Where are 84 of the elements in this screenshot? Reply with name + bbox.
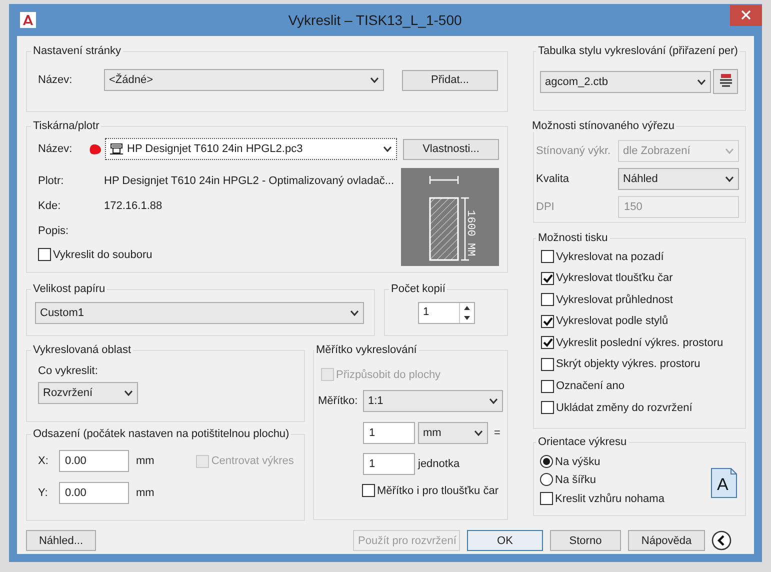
collapse-icon[interactable] (711, 530, 732, 551)
dropdown[interactable]: Custom1 (35, 302, 364, 324)
text-field[interactable]: 0.00 (59, 450, 129, 472)
field-label: Y: (38, 487, 49, 499)
close-button[interactable] (730, 5, 762, 26)
dialog-button[interactable]: Náhled... (26, 530, 96, 551)
group-title: Možnosti stínovaného výřezu (531, 120, 676, 132)
caret-icon (697, 78, 706, 84)
close-icon (741, 10, 751, 20)
dropdown[interactable]: mm (418, 422, 488, 444)
checkbox[interactable]: Vykreslovat průhlednost (541, 293, 739, 306)
add-button[interactable]: Přidat... (402, 70, 498, 90)
radio-button[interactable]: Na výšku (540, 455, 711, 468)
checkbox[interactable]: Kreslit vzhůru nohama (540, 492, 711, 505)
caret-icon (489, 398, 498, 404)
dropdown[interactable]: HP Designjet T610 24in HPGL2.pc3 (105, 138, 397, 160)
dimension-label: 1600 MM (464, 210, 476, 256)
unit-label: mm (136, 487, 154, 499)
checkbox[interactable]: Ukládat změny do rozvržení (541, 401, 739, 414)
checkbox[interactable]: Vykreslovat tloušťku čar (541, 272, 739, 285)
plotter-icon (110, 143, 123, 155)
group-title: Velikost papíru (32, 283, 106, 295)
field-label: Kvalita (535, 173, 570, 185)
caret-icon (725, 176, 734, 182)
group-title: Možnosti tisku (537, 232, 609, 244)
caret-icon (370, 77, 379, 83)
field-label: Měřítko: (318, 395, 359, 407)
unit-label: jednotka (418, 458, 460, 470)
info-value: 172.16.1.88 (104, 200, 162, 212)
dialog-button[interactable]: Nápověda (628, 530, 705, 551)
text-field[interactable]: 1 (363, 453, 415, 475)
caret-icon (350, 310, 359, 316)
text-field[interactable]: 1 (363, 422, 415, 444)
checkbox[interactable]: Měřítko i pro tloušťku čar (362, 484, 503, 497)
dropdown[interactable]: Náhled (618, 168, 739, 190)
field-label: DPI (535, 201, 556, 213)
group-title: Vykreslovaná oblast (32, 344, 132, 356)
group-title: Tiskárna/plotr (32, 120, 100, 132)
dropdown[interactable]: <Žádné> (104, 69, 384, 91)
info-label: Popis: (38, 224, 70, 236)
annotation-blob (89, 144, 102, 154)
caret-icon (383, 146, 392, 152)
text-field[interactable]: 0.00 (59, 482, 129, 504)
field-label: Co vykreslit: (37, 365, 99, 377)
check-icon (542, 316, 552, 326)
checkbox[interactable]: Vykreslit do souboru (38, 248, 401, 261)
checkbox[interactable]: Vykreslovat na pozadí (541, 250, 739, 263)
info-label: Plotr: (38, 174, 65, 186)
properties-button[interactable]: Vlastnosti... (403, 138, 499, 160)
number-spinner[interactable]: 1 (418, 302, 475, 324)
check-icon (542, 274, 552, 283)
dropdown[interactable]: Rozvržení (38, 382, 138, 404)
checkbox[interactable]: Vykreslit poslední výkres. prostoru (541, 336, 739, 350)
info-label: Kde: (38, 200, 62, 212)
group-title: Měřítko vykreslování (315, 344, 418, 356)
group-title: Počet kopií (390, 283, 446, 295)
field-label: X: (38, 455, 50, 467)
check-icon (542, 338, 552, 348)
checkbox[interactable]: Vykreslovat podle stylů (541, 314, 739, 328)
checkbox[interactable]: Označení ano (541, 380, 739, 393)
field-label: Název: (38, 143, 74, 155)
dialog-button[interactable]: Storno (550, 530, 621, 551)
portrait-page-icon: A (711, 468, 737, 498)
edit-button[interactable] (713, 69, 738, 94)
checkbox[interactable]: Skrýt objekty výkres. prostoru (541, 358, 739, 371)
dropdown[interactable]: agcom_2.ctb (540, 70, 711, 92)
window-title: Vykreslit – TISK13_L_1-500 (287, 12, 463, 28)
group-title: Odsazení (počátek nastaven na potištitelnou plochu) (32, 428, 290, 440)
equals-sign: = (494, 427, 500, 439)
caret-icon (725, 148, 734, 154)
caret-icon (124, 390, 133, 396)
field-label: Stínovaný výkr. (535, 145, 612, 157)
group-title: Tabulka stylu vykreslování (přiřazení per) (537, 45, 739, 57)
app-icon (20, 12, 36, 28)
group-title: Orientace výkresu (537, 436, 628, 448)
dropdown[interactable]: 1:1 (363, 390, 503, 412)
radio-button[interactable]: Na šířku (540, 473, 711, 486)
group-title: Nastavení stránky (32, 45, 122, 57)
field-label: Název: (38, 74, 74, 86)
dialog-button[interactable]: OK (467, 530, 543, 551)
unit-label: mm (136, 455, 154, 467)
edit-icon (718, 73, 732, 87)
info-value: HP Designjet T610 24in HPGL2 - Optimalizovaný ovladač... (104, 174, 394, 186)
caret-icon (474, 430, 483, 436)
